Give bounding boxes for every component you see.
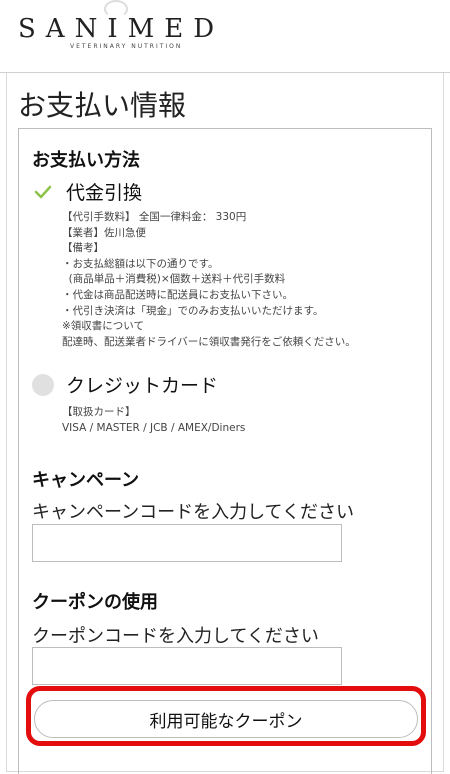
payment-option-cod[interactable]: 代金引換 [32, 178, 142, 205]
payment-option-credit-card[interactable]: クレジットカード [32, 371, 218, 398]
brand-tagline: VETERINARY NUTRITION [70, 43, 183, 50]
coupon-title: クーポンの使用 [32, 592, 158, 613]
coupon-code-label: クーポンコードを入力してください [32, 626, 319, 647]
cod-note: 【代引手数料】 全国一律料金： 330円 【業者】佐川急便 【備考】 ・お支払総… [62, 211, 356, 348]
brand-logo[interactable]: SANIMED [18, 14, 224, 44]
coupon-code-input[interactable] [32, 647, 342, 685]
check-icon[interactable] [32, 180, 54, 203]
credit-card-note: 【取扱カード】 VISA / MASTER / JCB / AMEX/Diner… [62, 406, 246, 434]
payment-option-label: クレジットカード [66, 375, 219, 397]
payment-option-label: 代金引換 [66, 182, 143, 204]
campaign-title: キャンペーン [32, 470, 140, 491]
page-title: お支払い情報 [18, 89, 187, 122]
campaign-code-label: キャンペーンコードを入力してください [32, 502, 355, 523]
available-coupons-button[interactable]: 利用可能なクーポン [34, 700, 418, 738]
campaign-code-input[interactable] [32, 524, 342, 562]
radio-unchecked-icon[interactable] [32, 373, 54, 396]
site-header: SANIMED VETERINARY NUTRITION [0, 0, 450, 73]
payment-method-title: お支払い方法 [32, 150, 140, 171]
